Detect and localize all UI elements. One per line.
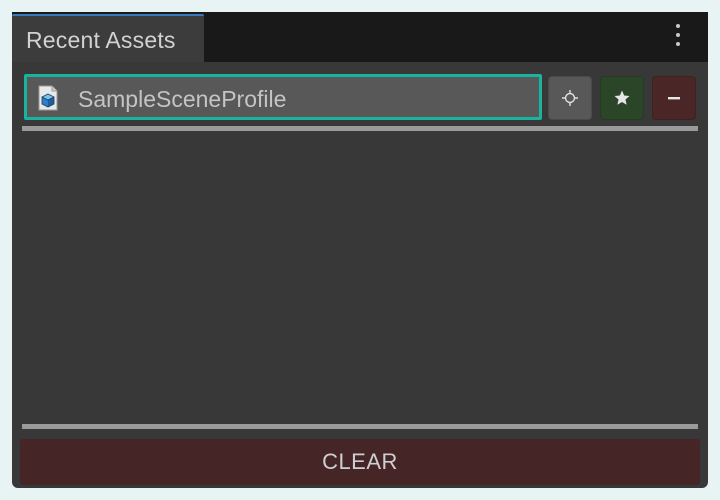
clear-button-label: CLEAR (322, 449, 398, 474)
minus-icon (668, 97, 680, 100)
tab-bar: Recent Assets (12, 12, 708, 62)
favorite-button[interactable] (600, 76, 644, 120)
ping-button[interactable] (548, 76, 592, 120)
tab-title: Recent Assets (26, 27, 176, 53)
star-icon (614, 90, 630, 105)
recent-assets-list[interactable] (22, 131, 698, 424)
scriptable-object-icon (38, 85, 58, 111)
list-bottom-divider (22, 424, 698, 429)
kebab-menu-icon[interactable] (670, 24, 686, 50)
crosshair-icon (562, 90, 578, 106)
recent-assets-window: Recent Assets SampleSceneProfile CLEAR (12, 12, 708, 488)
tab-recent-assets[interactable]: Recent Assets (12, 14, 204, 62)
remove-button[interactable] (652, 76, 696, 120)
list-item[interactable]: SampleSceneProfile (24, 74, 542, 120)
asset-name: SampleSceneProfile (78, 86, 287, 112)
clear-button[interactable]: CLEAR (20, 439, 700, 485)
